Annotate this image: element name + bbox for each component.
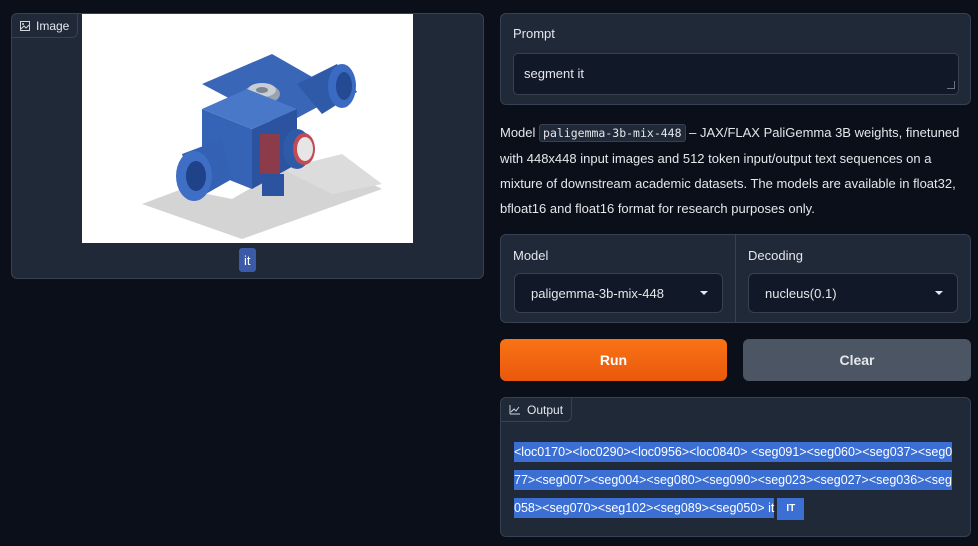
- output-text[interactable]: <loc0170><loc0290><loc0956><loc0840> <se…: [514, 438, 957, 522]
- model-label: Model: [513, 248, 549, 263]
- prompt-label: Prompt: [513, 26, 555, 41]
- label-badge: IT: [777, 497, 805, 520]
- image-icon: [20, 20, 30, 31]
- decoding-label: Decoding: [748, 248, 803, 263]
- clear-button[interactable]: Clear: [743, 339, 971, 381]
- model-code: paligemma-3b-mix-448: [539, 124, 686, 142]
- highlighted-output: <loc0170><loc0290><loc0956><loc0840> <se…: [514, 442, 953, 518]
- decoding-dropdown-value: nucleus(0.1): [765, 285, 837, 301]
- model-dropdown-value: paligemma-3b-mix-448: [531, 285, 664, 301]
- input-image[interactable]: [82, 14, 413, 243]
- image-tag: Image: [12, 14, 79, 38]
- settings-panel: Model paligemma-3b-mix-448 Decoding nucl…: [500, 234, 971, 323]
- model-dropdown[interactable]: paligemma-3b-mix-448: [514, 273, 723, 313]
- output-panel: Output <loc0170><loc0290><loc0956><loc08…: [500, 397, 971, 537]
- decoding-dropdown[interactable]: nucleus(0.1): [748, 273, 958, 313]
- output-tag: Output: [501, 398, 573, 422]
- chevron-down-icon: [935, 291, 943, 295]
- resize-handle-icon[interactable]: [947, 81, 955, 89]
- chevron-down-icon: [700, 291, 708, 295]
- description-prefix: Model: [500, 125, 536, 140]
- chart-icon: [509, 404, 520, 414]
- detected-label: it: [239, 248, 256, 272]
- prompt-input[interactable]: [513, 53, 959, 95]
- prompt-panel: Prompt: [500, 13, 971, 105]
- output-tag-label: Output: [527, 402, 564, 417]
- run-button[interactable]: Run: [500, 339, 727, 381]
- image-tag-label: Image: [36, 18, 70, 33]
- model-description: Model paligemma-3b-mix-448 – JAX/FLAX Pa…: [500, 120, 970, 221]
- image-panel: Image it: [11, 13, 484, 279]
- pipe-fitting-image: [142, 54, 382, 239]
- settings-divider: [735, 235, 736, 322]
